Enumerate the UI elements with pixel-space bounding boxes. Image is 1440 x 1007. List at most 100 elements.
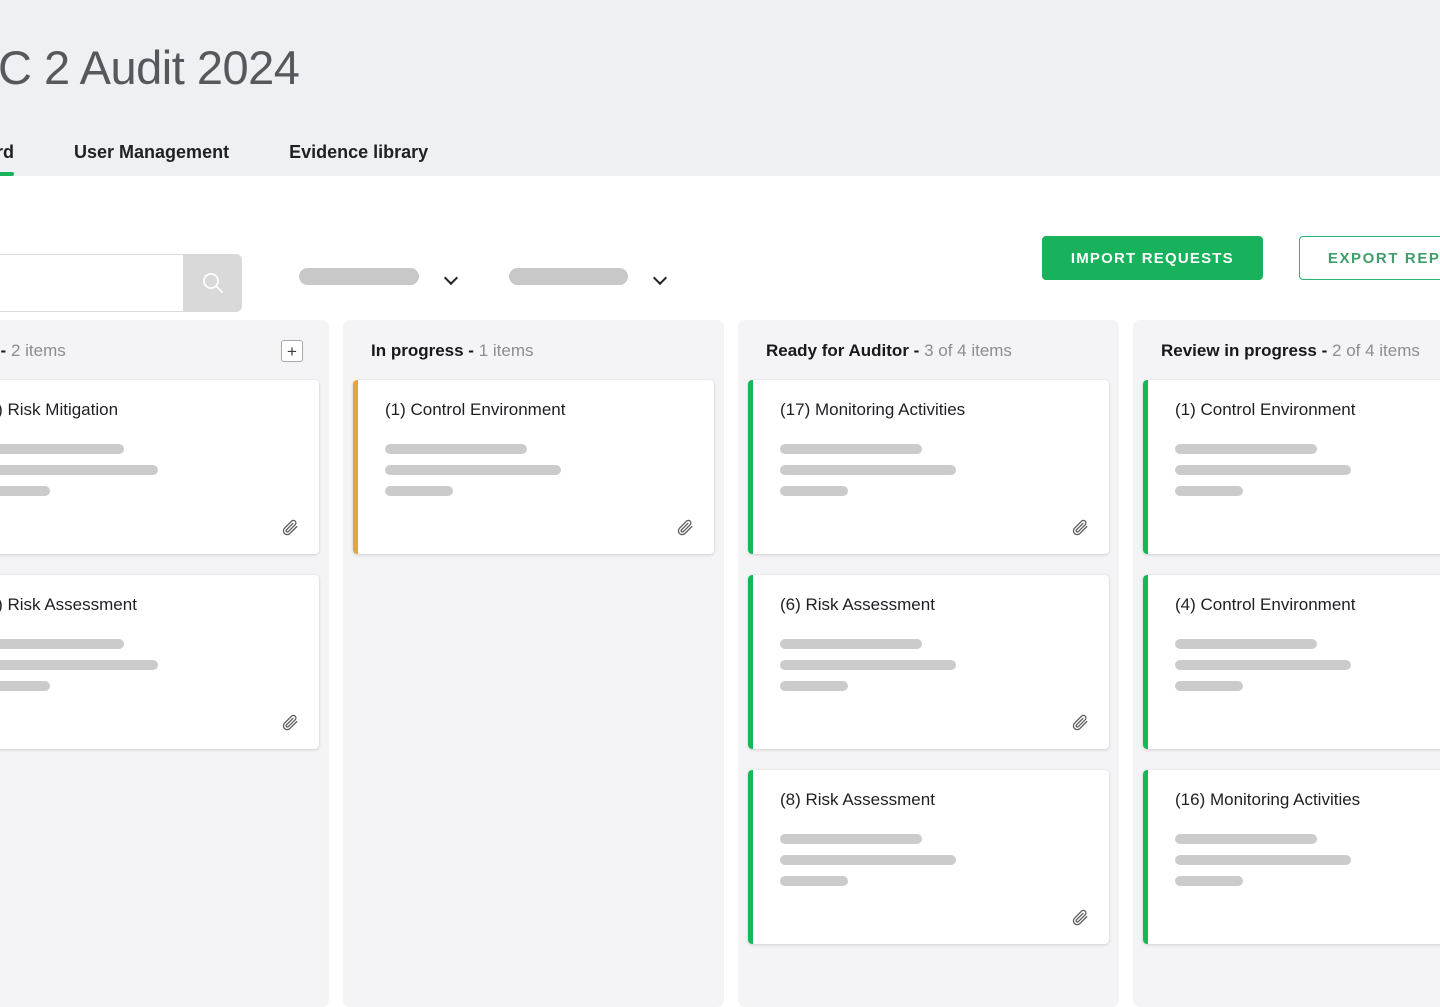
export-report-button[interactable]: EXPORT REPORT [1298,236,1440,280]
attachment-indicator[interactable] [281,713,299,731]
card-status-bar [1143,380,1148,554]
task-card[interactable]: (1) Control Environment [1143,380,1440,554]
paperclip-icon [1072,714,1088,731]
task-card[interactable]: (6) Risk Assessment [748,575,1109,749]
column-title-name: Review in progress - [1161,341,1328,360]
column-review-in-progress: Review in progress - 2 of 4 items (1) Con… [1133,320,1440,1007]
placeholder-line [0,444,124,454]
attachment-indicator[interactable] [676,518,694,536]
add-card-button[interactable]: + [281,340,303,362]
task-card[interactable]: (1) Control Environment [353,380,714,554]
placeholder-line [1175,876,1243,886]
column-header-ready-for-auditor: Ready for Auditor - 3 of 4 items [738,320,1119,380]
attachment-indicator[interactable] [1071,518,1089,536]
attachment-indicator[interactable] [1071,908,1089,926]
filter-two[interactable] [509,268,667,285]
filter-one-value [299,268,419,285]
toolbar: IMPORT REQUESTS EXPORT REPORT [0,176,1440,320]
task-card[interactable]: (4) Control Environment [1143,575,1440,749]
card-status-bar [748,575,753,749]
card-status-bar [1143,575,1148,749]
column-item-count: 2 of 4 items [1332,341,1420,360]
search-button[interactable] [183,254,242,312]
card-title: (1) Control Environment [1175,400,1356,419]
page-header: OC 2 Audit 2024 Board User Management Evid… [0,0,1440,176]
placeholder-line [0,639,124,649]
placeholder-line [0,465,158,475]
paperclip-icon [1072,519,1088,536]
card-title: (16) Monitoring Activities [1175,790,1361,809]
column-item-count: 1 items [478,341,534,360]
tab-evidence-library[interactable]: Evidence library [289,142,428,176]
column-item-count: 3 of 4 items [924,341,1012,360]
card-body-placeholder [780,639,1087,691]
card-title: (1) Control Environment [385,400,566,419]
placeholder-line [780,465,956,475]
placeholder-line [780,834,922,844]
column-header-in-progress: In progress - 1 items [343,320,724,380]
placeholder-line [1175,834,1317,844]
column-header-open: en - 2 items + [0,320,329,380]
placeholder-line [780,876,848,886]
attachment-indicator[interactable] [281,518,299,536]
placeholder-line [0,660,158,670]
column-header-review-in-progress: Review in progress - 2 of 4 items [1133,320,1440,380]
column-title-name: en - [0,341,7,360]
column-in-progress: In progress - 1 items (1) Control Environ… [343,320,724,1007]
page-title: OC 2 Audit 2024 [0,41,300,94]
task-card[interactable]: (8) Risk Assessment [0,575,319,749]
tab-board[interactable]: Board [0,142,15,176]
tab-user-management[interactable]: User Management [74,142,229,176]
import-requests-button[interactable]: IMPORT REQUESTS [1041,236,1263,280]
placeholder-line [385,465,561,475]
card-list: (17) Monitoring Activities (6) Risk Asses… [738,380,1119,944]
placeholder-line [0,486,50,496]
placeholder-line [1175,660,1351,670]
search-input[interactable] [0,254,183,312]
paperclip-icon [677,519,693,536]
card-status-bar [353,380,358,554]
placeholder-line [0,681,50,691]
paperclip-icon [282,714,298,731]
filter-one[interactable] [299,268,458,285]
placeholder-line [780,444,922,454]
placeholder-line [1175,444,1317,454]
placeholder-line [1175,465,1351,475]
placeholder-line [1175,681,1243,691]
card-title: (8) Risk Assessment [780,790,935,809]
card-title: (8) Risk Assessment [0,595,137,614]
column-title: Ready for Auditor - 3 of 4 items [766,341,1012,361]
placeholder-line [1175,855,1351,865]
placeholder-line [780,486,848,496]
column-open: en - 2 items + (9) Risk Mitigation (8) Risk… [0,320,329,1007]
kanban-board: en - 2 items + (9) Risk Mitigation (8) Risk… [0,320,1440,1007]
search-icon [202,273,223,293]
column-title: Review in progress - 2 of 4 items [1161,341,1420,361]
task-card[interactable]: (16) Monitoring Activities [1143,770,1440,944]
card-body-placeholder [1175,444,1440,496]
toolbar-actions: IMPORT REQUESTS EXPORT REPORT [1041,236,1440,280]
placeholder-line [780,639,922,649]
card-list: (1) Control Environment (4) Control Envir… [1133,380,1440,944]
task-card[interactable]: (9) Risk Mitigation [0,380,319,554]
tab-bar: Board User Management Evidence library [0,124,488,176]
task-card[interactable]: (8) Risk Assessment [748,770,1109,944]
placeholder-line [1175,486,1243,496]
card-body-placeholder [0,444,297,496]
card-status-bar [748,380,753,554]
chevron-down-icon [445,273,458,281]
card-list: (1) Control Environment [343,380,724,554]
chevron-down-icon [654,273,667,281]
placeholder-line [780,855,956,865]
app-root: OC 2 Audit 2024 Board User Management Evid… [0,0,1440,1007]
placeholder-line [385,486,453,496]
card-title: (6) Risk Assessment [780,595,935,614]
card-body-placeholder [0,639,297,691]
task-card[interactable]: (17) Monitoring Activities [748,380,1109,554]
column-title-name: Ready for Auditor - [766,341,920,360]
column-title: In progress - 1 items [371,341,534,361]
attachment-indicator[interactable] [1071,713,1089,731]
card-title: (4) Control Environment [1175,595,1356,614]
card-body-placeholder [1175,639,1440,691]
card-title: (17) Monitoring Activities [780,400,966,419]
